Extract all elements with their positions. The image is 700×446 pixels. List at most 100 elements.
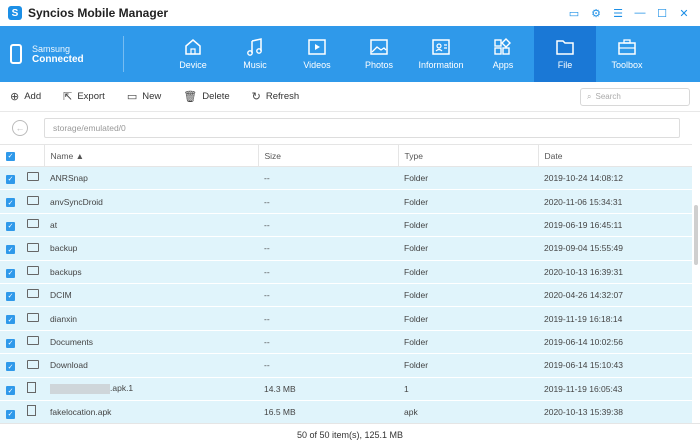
row-select-cell[interactable]: ✓: [0, 213, 44, 238]
tab-videos[interactable]: Videos: [286, 26, 348, 82]
tab-photos[interactable]: Photos: [348, 26, 410, 82]
main-nav: Samsung Connected Device Music Videos Ph…: [0, 26, 700, 82]
folder-icon: [26, 195, 39, 205]
tab-information[interactable]: Information: [410, 26, 472, 82]
cell-size: --: [258, 189, 398, 214]
row-checkbox[interactable]: ✓: [6, 174, 15, 184]
table-row[interactable]: ✓ backups -- Folder 2020-10-13 16:39:31: [0, 260, 692, 284]
action-toolbar: ⊕ Add ⇱ Export ▭ New 🗑 Delete ↻ Refresh ⌕ Sear…: [0, 82, 700, 112]
row-checkbox[interactable]: ✓: [6, 245, 15, 255]
folder-icon: [26, 336, 39, 346]
path-input[interactable]: storage/emulated/0: [44, 118, 680, 138]
row-checkbox[interactable]: ✓: [6, 221, 15, 231]
contact-icon: [432, 39, 450, 55]
feedback-icon[interactable]: ▭: [566, 5, 582, 21]
cell-date: 2020-11-06 15:34:31: [538, 189, 692, 214]
device-info[interactable]: Samsung Connected: [0, 36, 124, 72]
tab-file[interactable]: File: [534, 26, 596, 82]
select-all-header[interactable]: ✓: [0, 144, 44, 167]
menu-icon[interactable]: ☰: [610, 5, 626, 21]
row-select-cell[interactable]: ✓: [0, 260, 44, 284]
file-icon: [26, 381, 36, 393]
cell-size: --: [258, 236, 398, 261]
cell-type: Folder: [398, 283, 538, 308]
new-folder-icon: ▭: [126, 91, 138, 103]
row-select-cell[interactable]: ✓: [0, 400, 44, 425]
phone-icon: [10, 44, 22, 64]
maximize-icon[interactable]: ☐: [654, 5, 670, 21]
select-all-checkbox[interactable]: ✓: [6, 151, 15, 161]
date-header[interactable]: Date: [537, 144, 692, 167]
cell-size: --: [258, 306, 398, 331]
row-select-cell[interactable]: ✓: [0, 306, 44, 331]
table-row[interactable]: ✓ dianxin -- Folder 2019-11-19 16:18:14: [0, 306, 692, 331]
close-icon[interactable]: ✕: [676, 5, 692, 21]
settings-gear-icon[interactable]: ⚙: [588, 5, 604, 21]
table-row[interactable]: ✓ Download -- Folder 2019-06-14 15:10:43: [0, 353, 692, 378]
table-row[interactable]: ✓ at -- Folder 2019-06-19 16:45:11: [0, 213, 692, 238]
refresh-icon: ↻: [251, 91, 261, 103]
search-input[interactable]: ⌕ Search: [580, 87, 690, 106]
cell-type: Folder: [398, 236, 538, 261]
cell-name: backups: [44, 260, 258, 284]
cell-type: apk: [398, 400, 538, 425]
table-row[interactable]: ✓ .apk.1 14.3 MB 1 2019-11-19 16:05:43: [0, 377, 692, 401]
folder-icon: [556, 40, 574, 55]
row-select-cell[interactable]: ✓: [0, 353, 44, 378]
row-select-cell[interactable]: ✓: [0, 283, 44, 308]
table-row[interactable]: ✓ backup -- Folder 2019-09-04 15:55:49: [0, 236, 692, 261]
cell-type: Folder: [398, 353, 538, 378]
path-bar: ← storage/emulated/0: [0, 112, 700, 144]
new-folder-button[interactable]: ▭ New: [127, 90, 161, 103]
size-header[interactable]: Size: [257, 144, 398, 167]
folder-icon: [26, 172, 39, 182]
row-checkbox[interactable]: ✓: [6, 362, 15, 372]
sort-asc-icon: ▲: [75, 150, 84, 161]
cell-date: 2020-10-13 16:39:31: [538, 260, 692, 284]
table-row[interactable]: ✓ DCIM -- Folder 2020-04-26 14:32:07: [0, 283, 692, 308]
row-select-cell[interactable]: ✓: [0, 236, 44, 261]
delete-button[interactable]: 🗑 Delete: [183, 90, 229, 103]
refresh-button[interactable]: ↻ Refresh: [252, 90, 299, 103]
title-bar: S Syncios Mobile Manager ▭ ⚙ ☰ — ☐ ✕: [0, 0, 700, 26]
row-checkbox[interactable]: ✓: [6, 291, 15, 301]
table-row[interactable]: ✓ Documents -- Folder 2019-06-14 10:02:56: [0, 330, 692, 355]
row-checkbox[interactable]: ✓: [6, 198, 15, 208]
name-header[interactable]: Name ▲: [43, 144, 258, 167]
row-checkbox[interactable]: ✓: [6, 338, 15, 348]
scrollbar[interactable]: [694, 205, 698, 265]
row-select-cell[interactable]: ✓: [0, 189, 44, 214]
row-checkbox[interactable]: ✓: [6, 386, 15, 396]
video-icon: [308, 39, 326, 55]
row-checkbox[interactable]: ✓: [6, 268, 15, 278]
row-select-cell[interactable]: ✓: [0, 377, 44, 401]
back-arrow-icon[interactable]: ←: [12, 120, 28, 136]
add-button[interactable]: ⊕ Add: [10, 90, 41, 103]
tab-device[interactable]: Device: [162, 26, 224, 82]
tab-toolbox[interactable]: Toolbox: [596, 26, 658, 82]
minimize-icon[interactable]: —: [632, 5, 648, 21]
cell-type: Folder: [398, 189, 538, 214]
tab-apps[interactable]: Apps: [472, 26, 534, 82]
tab-music[interactable]: Music: [224, 26, 286, 82]
type-header[interactable]: Type: [397, 144, 538, 167]
cell-size: 14.3 MB: [258, 377, 398, 401]
plus-circle-icon: ⊕: [10, 91, 20, 103]
row-checkbox[interactable]: ✓: [6, 315, 15, 325]
cell-name: Documents: [44, 330, 258, 355]
cell-name: at: [44, 213, 258, 238]
row-select-cell[interactable]: ✓: [0, 330, 44, 355]
table-row[interactable]: ✓ ANRSnap -- Folder 2019-10-24 14:08:12: [0, 166, 692, 191]
table-row[interactable]: ✓ fakelocation.apk 16.5 MB apk 2020-10-13 1…: [0, 400, 692, 425]
export-button[interactable]: ⇱ Export: [63, 90, 105, 103]
cell-name: DCIM: [44, 283, 258, 308]
trash-icon: 🗑: [183, 91, 198, 103]
cell-date: 2019-06-14 10:02:56: [538, 330, 692, 355]
row-checkbox[interactable]: ✓: [6, 409, 15, 419]
cell-date: 2019-10-24 14:08:12: [538, 166, 692, 191]
cell-date: 2020-10-13 15:39:38: [538, 400, 692, 425]
cell-date: 2020-04-26 14:32:07: [538, 283, 692, 308]
table-row[interactable]: ✓ anvSyncDroid -- Folder 2020-11-06 15:34:3…: [0, 189, 692, 214]
row-select-cell[interactable]: ✓: [0, 166, 44, 191]
cell-name: anvSyncDroid: [44, 189, 258, 214]
